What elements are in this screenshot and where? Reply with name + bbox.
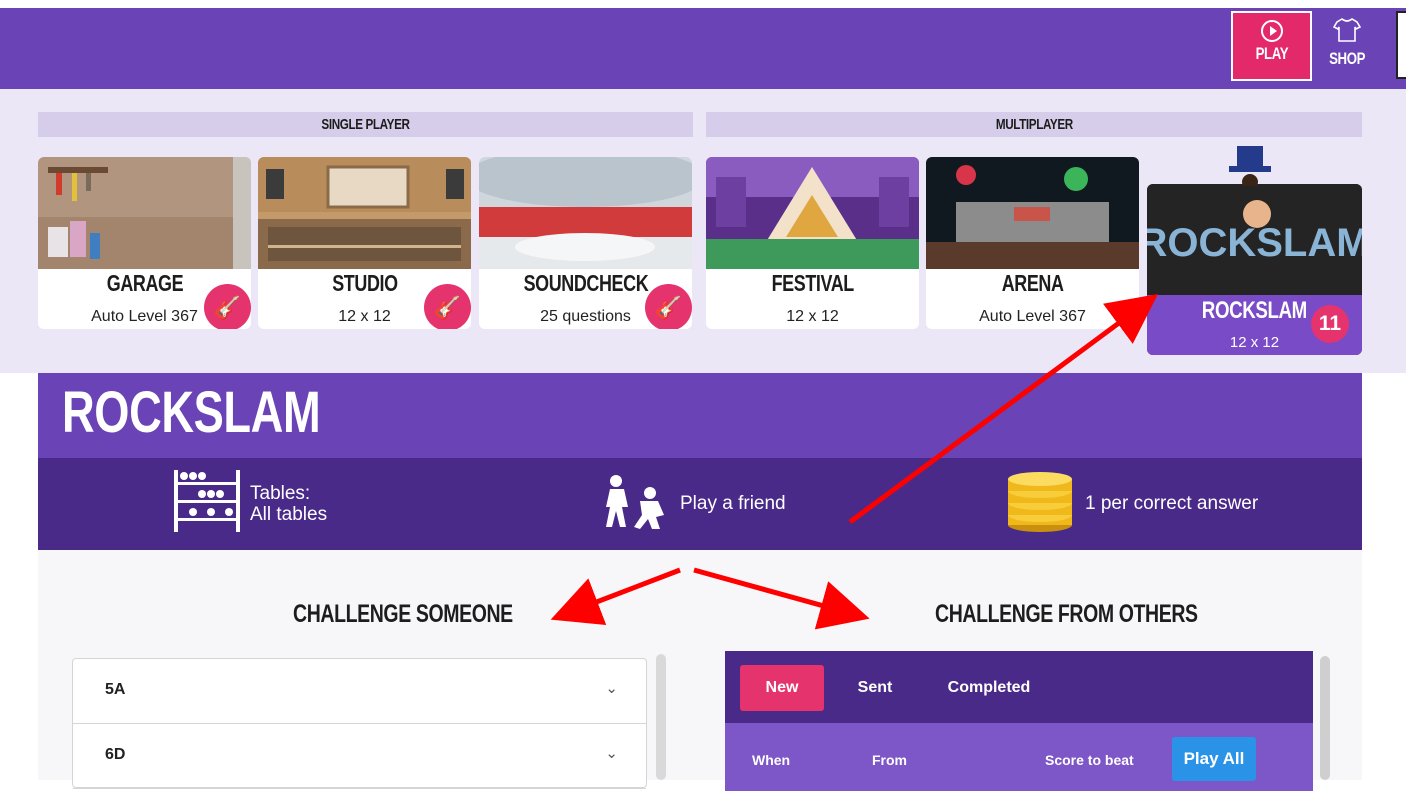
mode-card-studio[interactable]: STUDIO 12 x 12 🎸 — [258, 157, 471, 329]
mode-card-rockslam[interactable]: ROCKSLAM ROCKSLAM 12 x 12 11 — [1147, 184, 1362, 355]
multiplayer-header: MULTIPLAYER — [706, 112, 1362, 137]
chevron-down-icon: ⌄ — [605, 745, 618, 762]
challenges-from-others-panel: New Sent Completed When From Score to be… — [725, 651, 1313, 791]
page-title: ROCKSLAM — [62, 380, 321, 445]
soundcheck-image — [479, 157, 692, 269]
two-players-icon — [600, 471, 672, 537]
play-mode-label: Play a friend — [680, 493, 786, 514]
studio-image — [258, 157, 471, 269]
mode-name: ARENA — [1001, 270, 1064, 296]
tab-sent[interactable]: Sent — [845, 665, 905, 711]
mode-name: GARAGE — [106, 270, 183, 296]
challenge-someone-title: CHALLENGE SOMEONE — [292, 600, 513, 628]
class-list-scrollbar[interactable] — [656, 654, 666, 780]
tab-new[interactable]: New — [740, 665, 824, 711]
mode-sub: Auto Level 367 — [979, 308, 1086, 325]
guitar-icon[interactable]: 🎸 — [204, 284, 251, 329]
mode-card-garage[interactable]: GARAGE Auto Level 367 🎸 — [38, 157, 251, 329]
rockslam-info-band: Tables: All tables Play a friend 1 per c — [38, 458, 1362, 550]
rockslam-logo-image: ROCKSLAM — [1147, 184, 1362, 295]
class-row-6d[interactable]: 6D ⌄ — [73, 724, 646, 789]
class-row-5a[interactable]: 5A ⌄ — [73, 659, 646, 724]
arena-image — [926, 157, 1139, 269]
tshirt-icon — [1322, 17, 1372, 49]
rockslam-card-name: ROCKSLAM — [1201, 297, 1308, 324]
column-when: When — [752, 752, 791, 768]
shop-label: SHOP — [1328, 49, 1366, 68]
profile-button[interactable] — [1396, 11, 1406, 79]
tables-label: Tables: — [250, 483, 311, 504]
challenge-count-badge: 11 — [1311, 305, 1349, 343]
guitar-icon[interactable]: 🎸 — [645, 284, 692, 329]
guitar-icon[interactable]: 🎸 — [424, 284, 471, 329]
play-button[interactable]: PLAY — [1231, 11, 1312, 81]
challenges-scrollbar[interactable] — [1320, 656, 1330, 780]
play-label: PLAY — [1255, 44, 1288, 63]
play-icon — [1260, 20, 1283, 42]
reward-label: 1 per correct answer — [1085, 493, 1259, 514]
mode-name: SOUNDCHECK — [523, 270, 648, 296]
chevron-down-icon: ⌄ — [605, 680, 618, 697]
class-label: 5A — [105, 681, 126, 698]
challenges-table-header: When From Score to beat Play All — [725, 723, 1313, 791]
single-player-header: SINGLE PLAYER — [38, 112, 693, 137]
festival-image — [706, 157, 919, 269]
shop-button[interactable]: SHOP — [1322, 11, 1372, 81]
mode-sub: 12 x 12 — [786, 308, 839, 325]
mode-card-arena[interactable]: ARENA Auto Level 367 — [926, 157, 1139, 329]
tables-value: All tables — [250, 504, 328, 525]
class-label: 6D — [105, 746, 126, 763]
mode-card-festival[interactable]: FESTIVAL 12 x 12 — [706, 157, 919, 329]
mode-name: STUDIO — [331, 270, 398, 296]
class-list: 5A ⌄ 6D ⌄ — [72, 658, 647, 789]
play-all-button[interactable]: Play All — [1172, 737, 1256, 781]
tab-completed[interactable]: Completed — [935, 665, 1043, 711]
column-score-to-beat: Score to beat — [1045, 752, 1134, 768]
mode-name: FESTIVAL — [771, 270, 854, 296]
challenge-from-others-title: CHALLENGE FROM OTHERS — [935, 600, 1198, 628]
rocker-character-image — [1225, 146, 1275, 190]
tables-info: Tables: All tables — [172, 458, 327, 550]
rockslam-title-band: ROCKSLAM — [38, 373, 1362, 458]
mode-card-soundcheck[interactable]: SOUNDCHECK 25 questions 🎸 — [479, 157, 692, 329]
coins-icon — [1003, 469, 1077, 539]
top-nav-bar: PLAY SHOP — [0, 8, 1406, 89]
garage-image — [38, 157, 251, 269]
column-from: From — [872, 752, 907, 768]
abacus-icon — [172, 468, 242, 540]
play-mode-info: Play a friend — [600, 458, 786, 550]
reward-info: 1 per correct answer — [1003, 458, 1258, 550]
